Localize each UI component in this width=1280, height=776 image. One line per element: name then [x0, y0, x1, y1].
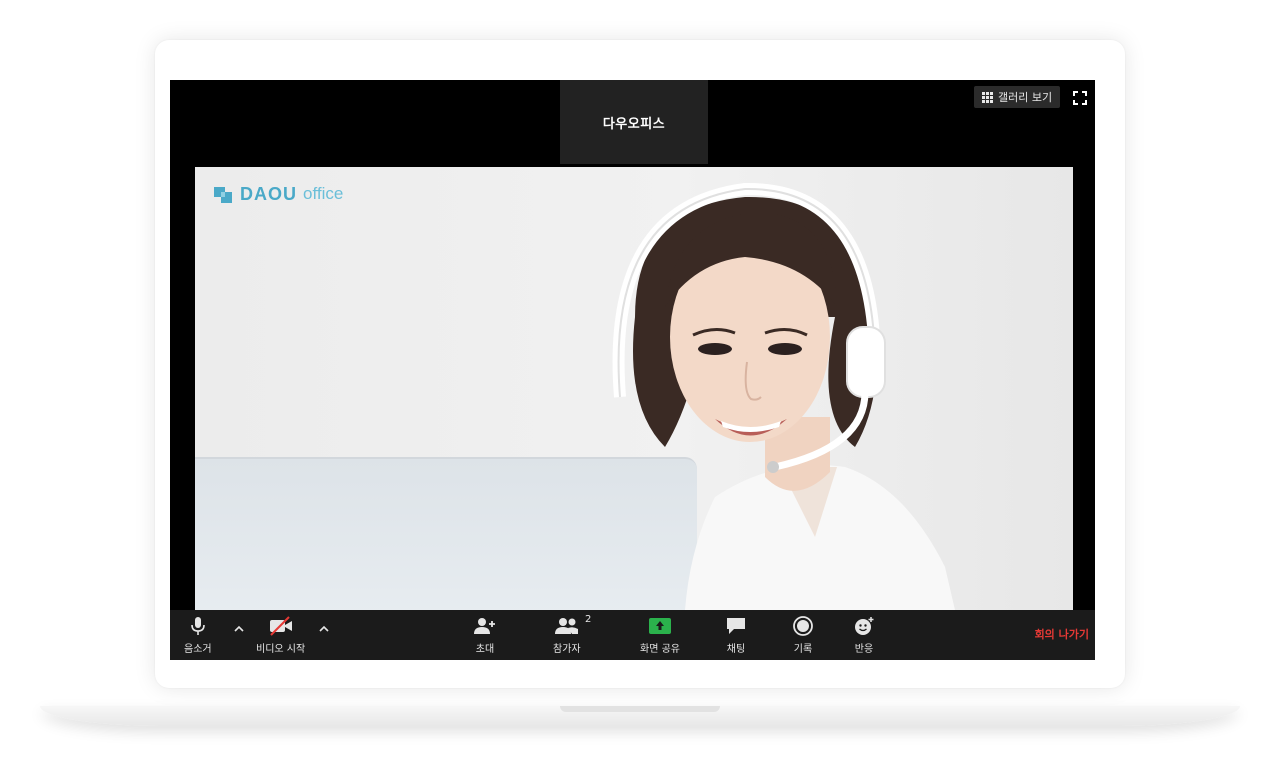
reactions-label: 반응	[854, 644, 874, 655]
reactions-icon	[855, 617, 874, 635]
fullscreen-button[interactable]	[1072, 90, 1088, 106]
video-options-caret-icon[interactable]	[319, 624, 329, 634]
invite-button[interactable]: 초대	[473, 616, 497, 655]
record-icon	[793, 616, 813, 636]
laptop-notch	[560, 706, 720, 712]
chat-icon	[727, 618, 745, 634]
participant-video-image	[612, 182, 955, 610]
logo-brand: DAOU	[240, 183, 297, 204]
video-off-icon	[269, 616, 292, 636]
chat-button[interactable]: 채팅	[725, 616, 747, 655]
share-screen-button[interactable]: 화면 공유	[640, 616, 680, 655]
chat-label: 채팅	[726, 644, 746, 655]
leave-meeting-label: 회의 나가기	[1034, 628, 1089, 641]
participants-button[interactable]: 참가자	[553, 616, 581, 655]
record-button[interactable]: 기록	[792, 616, 814, 655]
speaker-name-tile[interactable]: 다우오피스	[560, 80, 708, 164]
record-label: 기록	[793, 644, 813, 655]
gallery-view-label: 갤러리 보기	[998, 91, 1053, 104]
video-feed: DAOU office	[195, 167, 1073, 610]
mute-button[interactable]: 음소거	[184, 616, 212, 655]
meeting-window: 다우오피스 갤러리 보기 DAOU office 음소거 비디오 시작 초대 참…	[170, 80, 1095, 660]
start-video-button[interactable]: 비디오 시작	[256, 616, 305, 655]
daou-office-logo: DAOU office	[211, 183, 343, 205]
participants-label: 참가자	[553, 644, 581, 655]
grid-icon	[982, 91, 993, 103]
speaker-name: 다우오피스	[602, 116, 666, 132]
fullscreen-icon	[1073, 91, 1087, 105]
participants-icon	[554, 618, 578, 634]
reactions-button[interactable]: 반응	[853, 616, 875, 655]
meeting-toolbar: 음소거 비디오 시작 초대 참가자 2 화면 공유 채팅 기록 반응 회의 나가…	[170, 610, 1095, 660]
invite-label: 초대	[475, 644, 495, 655]
audio-options-caret-icon[interactable]	[234, 624, 244, 634]
leave-meeting-button[interactable]: 회의 나가기	[1035, 626, 1089, 642]
participants-count-badge: 2	[585, 614, 592, 625]
logo-sub: office	[303, 184, 344, 203]
gallery-view-button[interactable]: 갤러리 보기	[974, 86, 1061, 108]
microphone-icon	[190, 617, 205, 635]
share-screen-label: 화면 공유	[640, 644, 680, 655]
invite-icon	[474, 618, 495, 634]
share-screen-icon	[648, 618, 671, 634]
start-video-label: 비디오 시작	[256, 644, 306, 655]
mute-label: 음소거	[184, 644, 212, 655]
daou-logo-icon	[214, 187, 232, 203]
